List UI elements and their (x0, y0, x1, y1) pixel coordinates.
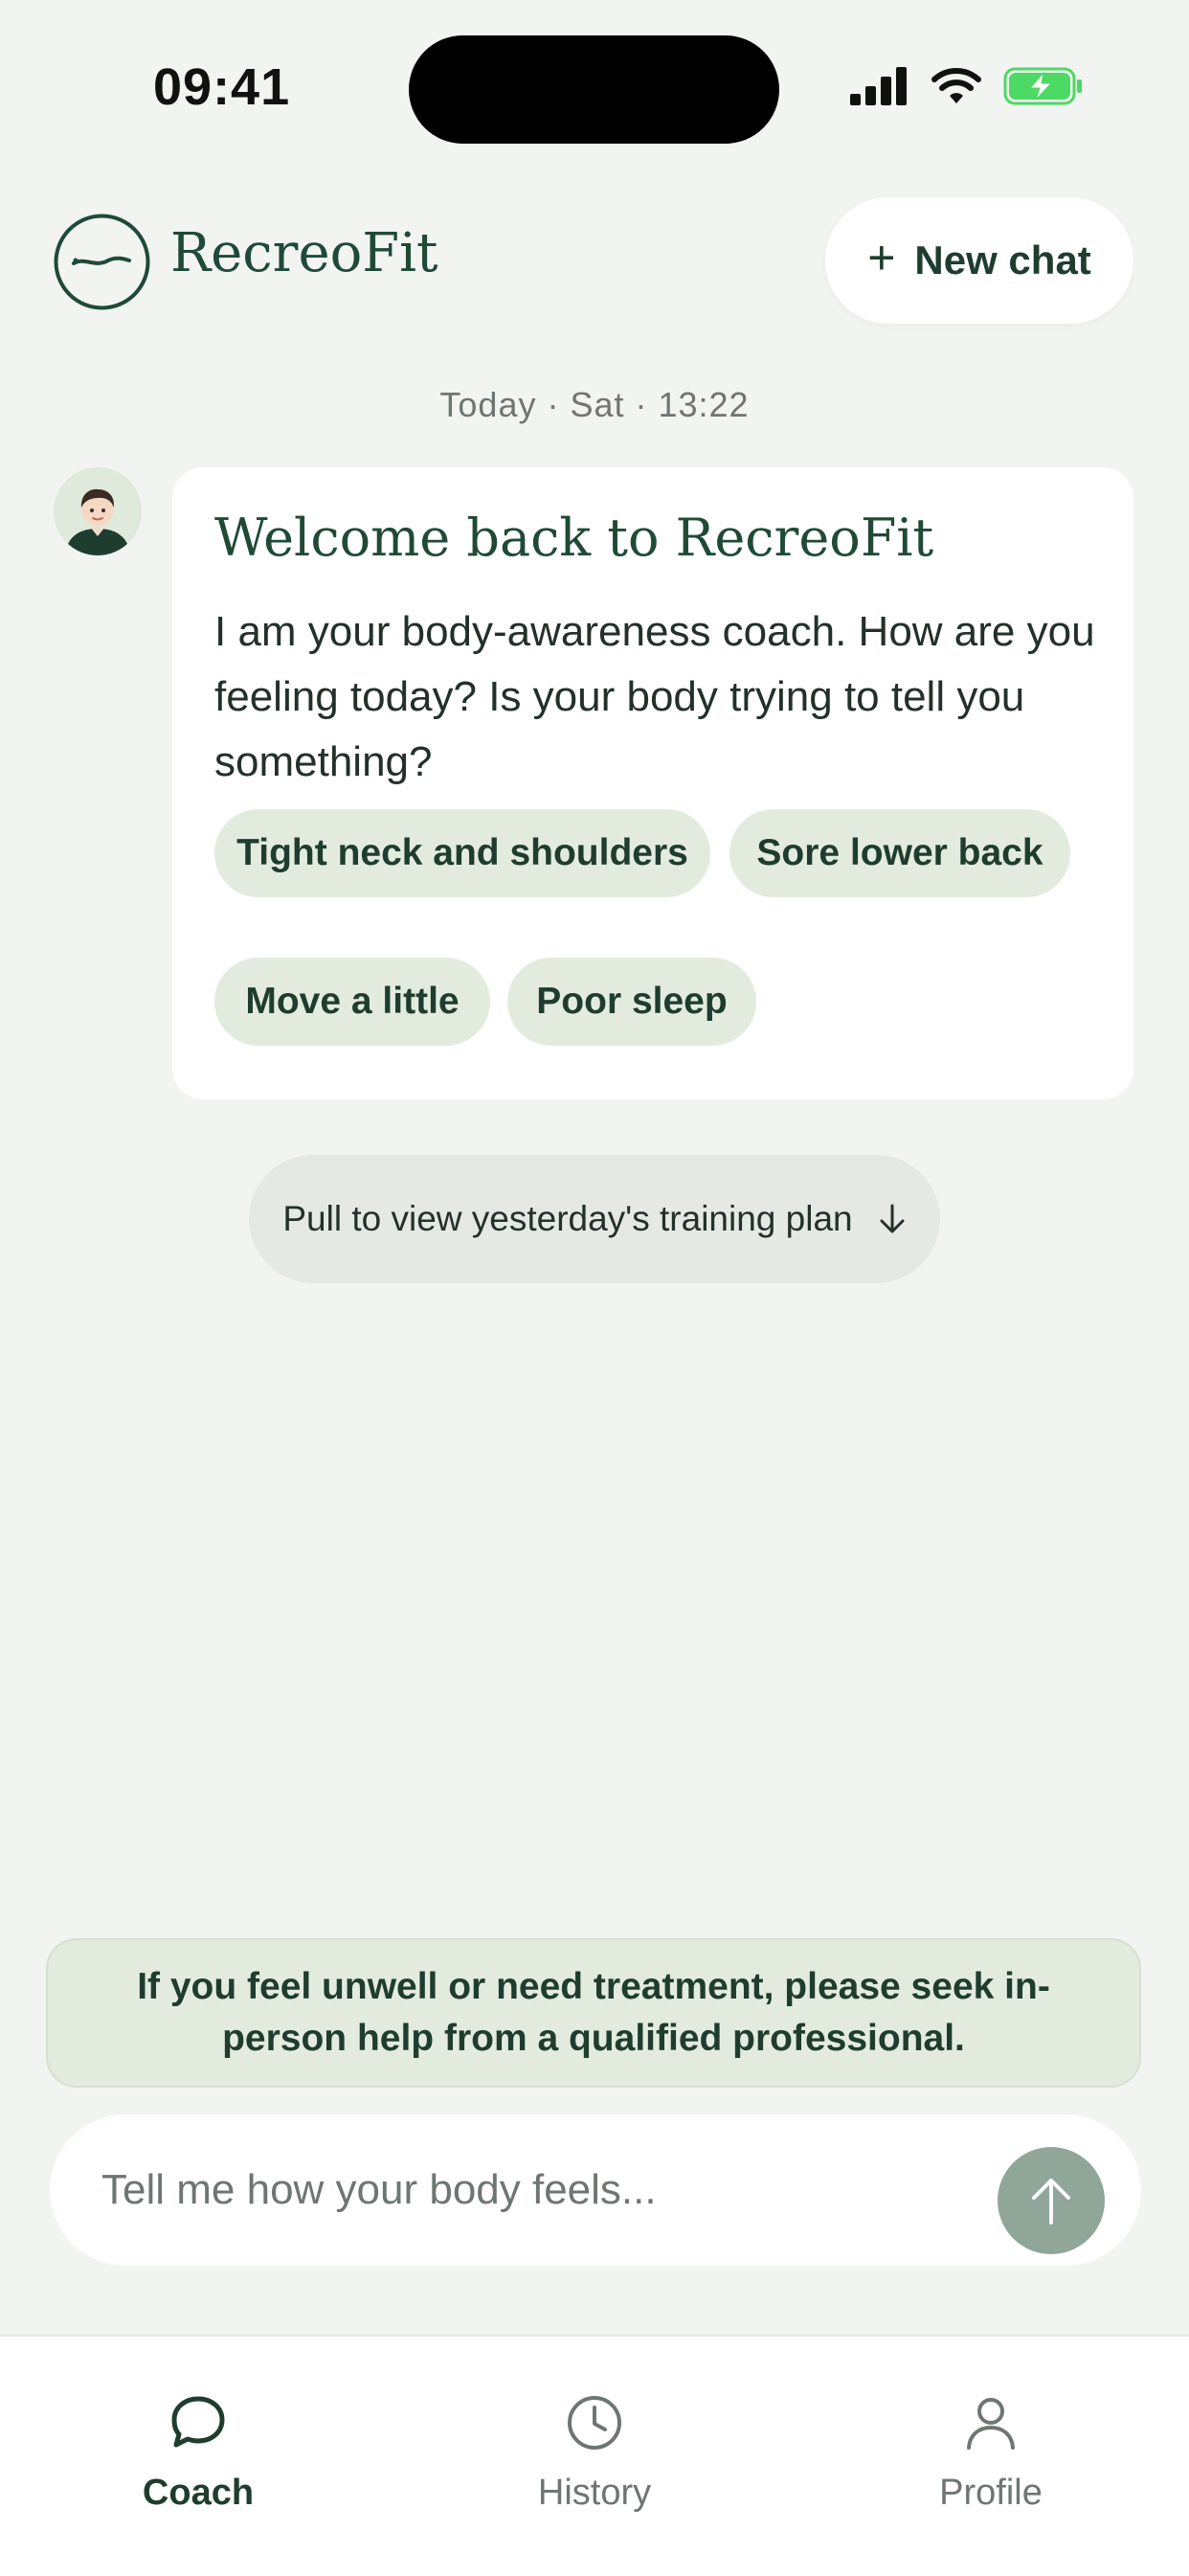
status-icons (850, 67, 1084, 105)
pull-to-view-plan[interactable]: Pull to view yesterday's training plan (249, 1155, 940, 1283)
coach-avatar-icon (54, 467, 142, 555)
clock-icon (568, 2396, 621, 2450)
message-text: I am your body-awareness coach. How are … (214, 608, 1095, 785)
coach-avatar (54, 467, 142, 555)
suggestion-chip-lower-back[interactable]: Sore lower back (729, 809, 1070, 897)
message-composer (50, 2114, 1141, 2266)
send-button[interactable] (998, 2147, 1105, 2254)
person-icon (967, 2398, 1015, 2450)
tab-coach-label: Coach (142, 2473, 255, 2513)
chat-bubble-icon (171, 2396, 225, 2448)
wifi-icon (931, 68, 981, 103)
suggestion-chip-neck-shoulders[interactable]: Tight neck and shoulders (214, 809, 710, 897)
tab-profile-label: Profile (939, 2473, 1043, 2513)
safety-disclaimer: If you feel unwell or need treatment, pl… (46, 1938, 1141, 2088)
coach-message-bubble: Welcome back to RecreoFit I am your body… (172, 467, 1133, 1099)
message-title: Welcome back to RecreoFit (214, 508, 934, 568)
tab-history-label: History (537, 2473, 652, 2513)
arrow-down-icon (880, 1204, 905, 1233)
date-stamp: Today · Sat · 13:22 (439, 385, 750, 424)
plus-icon: + (867, 231, 896, 284)
new-chat-button[interactable]: + New chat (825, 197, 1133, 324)
new-chat-label: New chat (914, 237, 1091, 282)
arrow-up-icon (1032, 2179, 1070, 2225)
message-input[interactable] (101, 2114, 963, 2266)
status-time: 09:41 (153, 58, 291, 116)
dynamic-island (409, 35, 779, 144)
battery-charging-icon (1003, 67, 1082, 105)
suggestion-chip-move[interactable]: Move a little (214, 958, 490, 1046)
brand-name: RecreoFit (170, 222, 438, 284)
tab-coach[interactable]: Coach (79, 2337, 318, 2528)
tab-profile[interactable]: Profile (871, 2337, 1110, 2528)
pull-hint-label: Pull to view yesterday's training plan (282, 1199, 853, 1238)
brand-logo-icon (54, 214, 150, 310)
cellular-signal-icon (850, 67, 907, 105)
tab-bar: Coach History Profile (0, 2335, 1189, 2576)
suggestion-chip-sleep[interactable]: Poor sleep (507, 958, 756, 1046)
tab-history[interactable]: History (475, 2337, 714, 2528)
